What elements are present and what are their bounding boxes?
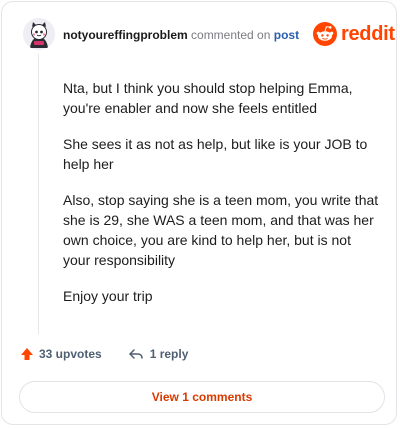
comment-paragraph: Also, stop saying she is a teen mom, you…: [63, 192, 379, 268]
comment-card: notyoureffingproblem commented on post r…: [1, 1, 397, 425]
post-link[interactable]: post: [274, 28, 299, 42]
reply-arrow-icon: [128, 349, 143, 359]
comment-body: Nta, but I think you should stop helping…: [63, 78, 381, 322]
comment-header: notyoureffingproblem commented on post: [63, 28, 299, 42]
thread-line: [38, 54, 39, 334]
upvote-arrow-icon: [21, 348, 33, 360]
reddit-wordmark: reddit: [341, 22, 395, 45]
reply-button[interactable]: 1 reply: [128, 347, 189, 361]
username-link[interactable]: notyoureffingproblem: [63, 28, 188, 42]
comment-paragraph: Nta, but I think you should stop helping…: [63, 80, 353, 116]
snoo-avatar-icon: [23, 18, 55, 50]
comment-paragraph: She sees it as not as help, but like is …: [63, 136, 368, 172]
commented-on-text: commented on: [191, 28, 271, 42]
comment-actions: 33 upvotes 1 reply: [20, 347, 188, 361]
avatar[interactable]: [23, 18, 55, 50]
reply-count: 1 reply: [149, 347, 189, 361]
reddit-logo[interactable]: reddit: [313, 22, 395, 46]
upvote-count: 33 upvotes: [39, 347, 102, 361]
view-comments-button[interactable]: View 1 comments: [19, 381, 385, 413]
upvote-button[interactable]: 33 upvotes: [20, 347, 102, 361]
reddit-snoo-icon: [313, 22, 337, 46]
comment-paragraph: Enjoy your trip: [63, 288, 153, 304]
